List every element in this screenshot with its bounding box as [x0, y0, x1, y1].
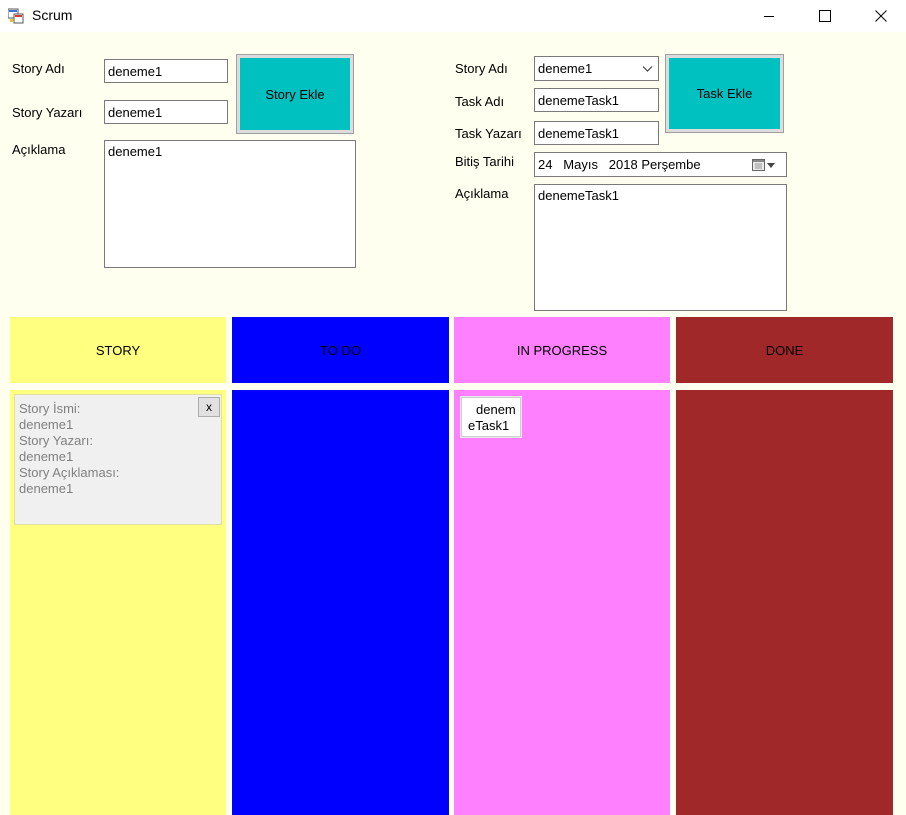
maximize-icon	[819, 10, 831, 22]
story-author-input[interactable]	[104, 100, 228, 124]
task-story-label: Story Adı	[455, 61, 508, 76]
close-button[interactable]	[858, 0, 904, 32]
column-header-todo: TO DO	[232, 317, 449, 383]
task-card[interactable]: denem eTask1	[461, 397, 521, 437]
column-body-todo	[232, 390, 449, 815]
column-title-done: DONE	[765, 342, 804, 358]
task-description-textarea[interactable]: denemeTask1	[534, 184, 787, 311]
task-author-label: Task Yazarı	[455, 126, 522, 141]
due-date-picker[interactable]: 24 Mayıs 2018 Perşembe	[534, 152, 787, 177]
chevron-down-icon	[642, 66, 653, 72]
column-body-in-progress: denem eTask1	[454, 390, 670, 815]
story-card-line: Story Yazarı:	[19, 433, 93, 448]
story-card-line: Story Açıklaması:	[19, 465, 120, 480]
column-body-story: Story İsmi: deneme1 Story Yazarı: deneme…	[10, 390, 226, 815]
story-author-label: Story Yazarı	[12, 105, 83, 120]
add-task-button[interactable]: Task Ekle	[665, 54, 784, 133]
story-card-text: Story İsmi: deneme1 Story Yazarı: deneme…	[19, 401, 119, 497]
task-card-text: denem eTask1	[468, 402, 516, 434]
story-card-line: deneme1	[19, 417, 74, 432]
story-description-label: Açıklama	[12, 142, 66, 157]
column-title-story: STORY	[95, 342, 141, 358]
task-description-label: Açıklama	[455, 186, 509, 201]
story-card-line: deneme1	[19, 449, 74, 464]
story-name-label: Story Adı	[12, 61, 65, 76]
minimize-icon	[764, 16, 774, 17]
window-title: Scrum	[32, 7, 73, 23]
due-date-label: Bitiş Tarihi	[455, 154, 515, 169]
task-card-line: eTask1	[468, 418, 510, 433]
calendar-dropdown-icon	[752, 159, 775, 171]
column-header-story: STORY	[10, 317, 226, 383]
due-date-value: 24 Mayıs 2018 Perşembe	[538, 157, 701, 172]
scrum-window: Scrum Story Adı Story Yazarı Açıklama de…	[0, 0, 906, 815]
task-author-input[interactable]	[534, 121, 659, 145]
column-header-done: DONE	[676, 317, 893, 383]
maximize-button[interactable]	[802, 0, 848, 32]
story-name-input[interactable]	[104, 59, 228, 83]
column-title-in-progress: IN PROGRESS	[516, 342, 608, 358]
story-select[interactable]: deneme1	[534, 56, 659, 81]
column-header-in-progress: IN PROGRESS	[454, 317, 670, 383]
remove-story-button[interactable]: x	[198, 397, 220, 417]
task-card-line: denem	[476, 402, 516, 417]
column-title-todo: TO DO	[320, 342, 361, 358]
story-card-line: Story İsmi:	[19, 401, 81, 416]
column-body-done	[676, 390, 893, 815]
add-story-button[interactable]: Story Ekle	[236, 54, 354, 134]
app-icon	[8, 8, 24, 24]
task-name-label: Task Adı	[455, 94, 505, 109]
story-card[interactable]: Story İsmi: deneme1 Story Yazarı: deneme…	[14, 394, 222, 525]
close-icon	[875, 10, 887, 22]
minimize-button[interactable]	[746, 0, 792, 32]
story-card-line: deneme1	[19, 481, 74, 496]
task-name-input[interactable]	[534, 88, 659, 112]
story-description-textarea[interactable]: deneme1	[104, 140, 356, 268]
story-select-value: deneme1	[538, 61, 593, 76]
title-bar: Scrum	[0, 0, 906, 32]
